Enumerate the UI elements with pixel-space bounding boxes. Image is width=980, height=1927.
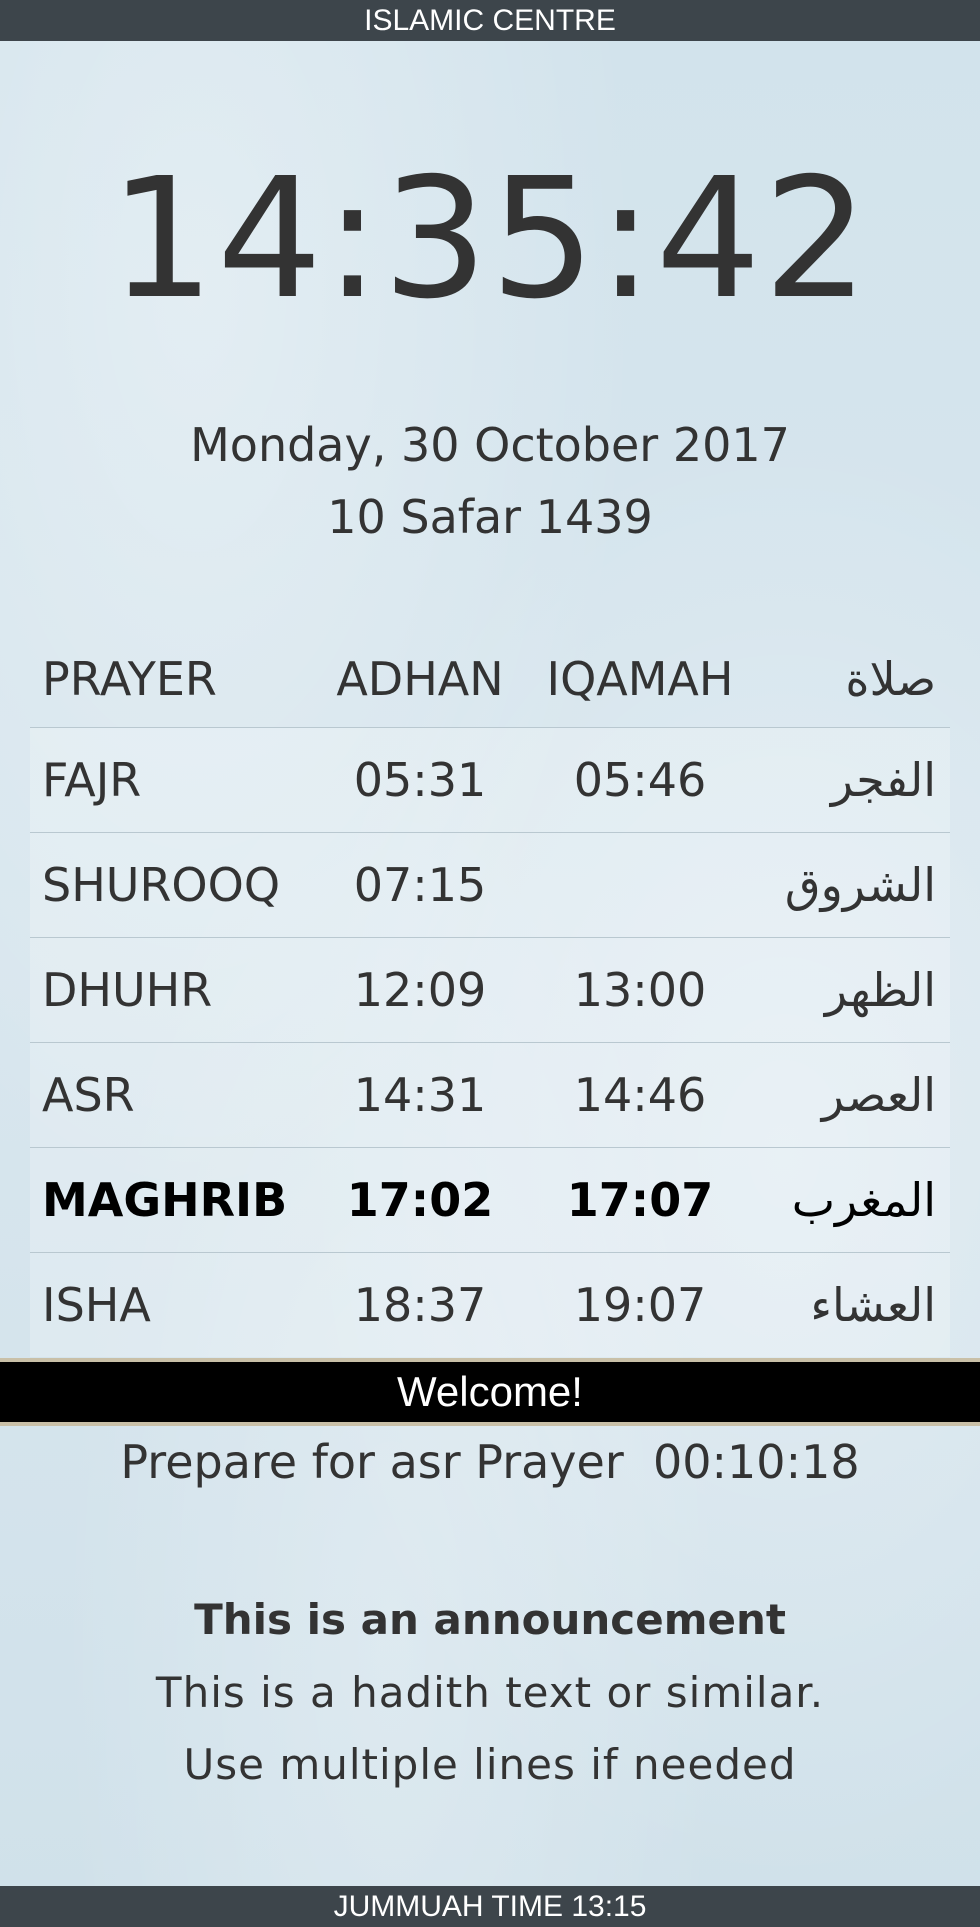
iqamah-time: 17:07 [566, 1173, 714, 1227]
welcome-ticker: Welcome! [0, 1358, 980, 1426]
prayer-name-arabic: العصر [821, 1068, 936, 1122]
prayer-name-arabic: العشاء [810, 1278, 936, 1332]
iqamah-time: 05:46 [573, 753, 707, 807]
welcome-message: Welcome! [397, 1368, 583, 1415]
prayer-name-arabic: الظهر [824, 963, 936, 1017]
adhan-time: 18:37 [353, 1278, 487, 1332]
prayer-name: MAGHRIB [42, 1173, 288, 1227]
gregorian-date: Monday, 30 October 2017 [190, 418, 790, 472]
countdown-time: 00:10:18 [653, 1435, 860, 1489]
header-prayer: PRAYER [42, 651, 217, 706]
table-row-asr: ASR 14:31 14:46 العصر [30, 1042, 950, 1147]
adhan-time: 07:15 [353, 858, 487, 912]
prayer-name-arabic: المغرب [791, 1173, 936, 1227]
header-iqamah: IQAMAH [546, 651, 734, 706]
adhan-time: 05:31 [353, 753, 487, 807]
header-adhan: ADHAN [336, 651, 504, 706]
table-row-shurooq: SHUROOQ 07:15 الشروق [30, 832, 950, 937]
table-row-isha: ISHA 18:37 19:07 العشاء [30, 1252, 950, 1357]
prayer-times-table: PRAYER ADHAN IQAMAH صلاة FAJR 05:31 05:4… [30, 630, 950, 1357]
prayer-name-arabic: الفجر [830, 753, 936, 807]
current-time-clock: 14:35:42 [109, 143, 871, 336]
jummuah-time-footer: JUMMUAH TIME 13:15 [0, 1886, 980, 1927]
table-row-dhuhr: DHUHR 12:09 13:00 الظهر [30, 937, 950, 1042]
header-title: ISLAMIC CENTRE [0, 0, 980, 41]
announcement-text-line: Use multiple lines if needed [183, 1740, 797, 1789]
header-arabic: صلاة [845, 651, 936, 706]
table-header-row: PRAYER ADHAN IQAMAH صلاة [30, 630, 950, 727]
prayer-name: DHUHR [42, 963, 213, 1017]
prayer-name: ISHA [42, 1278, 151, 1332]
adhan-time: 14:31 [353, 1068, 487, 1122]
prayer-name: ASR [42, 1068, 135, 1122]
prayer-name-arabic: الشروق [784, 858, 936, 912]
iqamah-time: 19:07 [573, 1278, 707, 1332]
prayer-name: FAJR [42, 753, 142, 807]
announcement-title: This is an announcement [194, 1595, 786, 1644]
announcement-text-line: This is a hadith text or similar. [155, 1668, 825, 1717]
countdown-label: Prepare for asr Prayer [120, 1435, 624, 1489]
adhan-time: 12:09 [353, 963, 487, 1017]
next-prayer-countdown: Prepare for asr Prayer 00:10:18 [0, 1432, 980, 1492]
adhan-time: 17:02 [346, 1173, 494, 1227]
iqamah-time: 14:46 [573, 1068, 707, 1122]
iqamah-time: 13:00 [573, 963, 707, 1017]
hijri-date: 10 Safar 1439 [327, 490, 653, 544]
table-row-fajr: FAJR 05:31 05:46 الفجر [30, 727, 950, 832]
prayer-name: SHUROOQ [42, 858, 281, 912]
table-row-maghrib: MAGHRIB 17:02 17:07 المغرب [30, 1147, 950, 1252]
